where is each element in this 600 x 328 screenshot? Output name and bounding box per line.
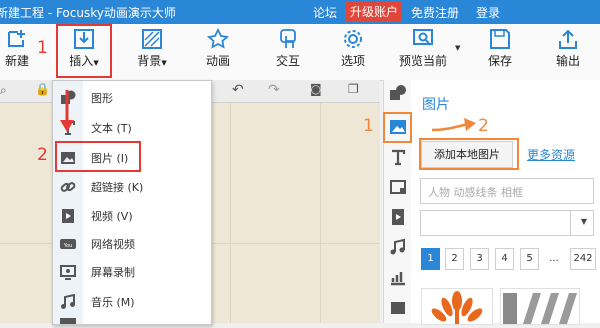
video-tab-icon[interactable] xyxy=(389,208,407,226)
undo-icon[interactable]: ↶ xyxy=(232,82,244,98)
image-thumbnail[interactable] xyxy=(500,288,580,325)
menu-item-more[interactable] xyxy=(60,318,76,324)
image-tab-highlight-box xyxy=(383,112,412,143)
page-button[interactable]: 4 xyxy=(495,248,514,270)
export-icon xyxy=(559,29,577,49)
lock-icon[interactable]: 🔒 xyxy=(35,82,50,96)
star-animation-icon xyxy=(206,28,230,49)
preview-label: 预览当前 xyxy=(398,54,447,68)
panel-title: 图片 xyxy=(422,97,450,113)
step-2-panel-label: 2 xyxy=(478,116,489,136)
add-local-highlight-box xyxy=(419,138,519,170)
upgrade-account-button[interactable]: 升级账户 xyxy=(346,2,402,22)
background-label: 背景 xyxy=(137,54,162,68)
menu-item-label: 超链接 (K) xyxy=(91,181,144,194)
new-file-icon xyxy=(8,30,25,47)
forum-link[interactable]: 论坛 xyxy=(313,4,337,21)
window-title: 新建工程 - Focusky动画演示大师 xyxy=(0,6,176,20)
text-tab-icon[interactable] xyxy=(389,148,407,166)
save-button[interactable]: 保存 xyxy=(482,26,518,78)
layers-icon[interactable]: ❐ xyxy=(348,82,359,96)
image-thumbnail[interactable] xyxy=(421,288,493,325)
hand-pointer-icon xyxy=(280,29,296,48)
menu-item-video[interactable]: 视频 (V) xyxy=(53,202,211,230)
background-icon xyxy=(142,29,162,49)
menu-item-hyperlink[interactable]: 超链接 (K) xyxy=(53,173,211,201)
insert-highlight-box xyxy=(56,24,112,78)
menu-item-label: 图形 xyxy=(91,92,113,105)
menu-item-label: 屏幕录制 xyxy=(91,266,135,279)
page-button[interactable]: 242 xyxy=(570,248,596,270)
insert-menu: 图形 文本 (T) 图片 (I) 超链接 (K) 视频 (V) You 网络视频… xyxy=(52,80,212,325)
menu-item-label: 音乐 (M) xyxy=(91,296,135,309)
orange-right-arrow-icon xyxy=(432,118,476,132)
youtube-icon: You xyxy=(60,239,76,249)
menu-item-music[interactable]: 音乐 (M) xyxy=(53,288,211,316)
preview-button[interactable]: 预览当前 xyxy=(394,26,452,78)
new-label: 新建 xyxy=(4,54,29,68)
image-resource-panel: 图片 添加本地图片 更多资源 人物 动感线条 相框 ▼ xyxy=(411,80,600,323)
video-icon xyxy=(62,209,74,223)
page-button[interactable]: 5 xyxy=(520,248,539,270)
redo-icon[interactable]: ↷ xyxy=(268,82,280,98)
step-2-label: 2 xyxy=(37,145,48,165)
register-link[interactable]: 免费注册 xyxy=(411,4,459,21)
step-1-label: 1 xyxy=(37,38,48,58)
animation-label: 动画 xyxy=(205,54,230,68)
interaction-button[interactable]: 交互 xyxy=(268,26,308,78)
select-dropdown-arrow-icon: ▼ xyxy=(580,217,587,226)
background-button[interactable]: 背景▼ xyxy=(130,26,174,78)
menu-item-screen-record[interactable]: 屏幕录制 xyxy=(53,258,211,286)
page-button[interactable]: 1 xyxy=(421,248,440,270)
screen-record-icon xyxy=(60,265,76,280)
options-label: 选项 xyxy=(340,54,365,68)
music-icon xyxy=(61,294,75,309)
new-button[interactable]: 新建 xyxy=(0,26,34,78)
interaction-label: 交互 xyxy=(275,54,300,68)
menu-item-text[interactable]: 文本 (T) xyxy=(53,114,211,142)
page-button[interactable]: 2 xyxy=(445,248,464,270)
red-down-arrow-icon xyxy=(60,90,74,132)
page-ellipsis: ... xyxy=(549,253,559,264)
link-icon xyxy=(60,182,76,192)
export-label: 输出 xyxy=(555,54,580,68)
gear-icon xyxy=(344,30,362,48)
shapes-tab-icon[interactable] xyxy=(389,84,407,102)
step-1-panel-label: 1 xyxy=(363,116,374,136)
image-menu-highlight-box xyxy=(55,141,141,172)
search-box[interactable]: 人物 动感线条 相框 xyxy=(420,178,594,204)
save-label: 保存 xyxy=(487,54,512,68)
save-icon xyxy=(490,29,510,49)
dropdown-arrow-icon: ▼ xyxy=(161,59,167,67)
more-tab-icon[interactable] xyxy=(389,298,407,316)
export-button[interactable]: 输出 xyxy=(550,26,586,78)
animation-button[interactable]: 动画 xyxy=(198,26,238,78)
more-resources-link[interactable]: 更多资源 xyxy=(527,146,575,163)
menu-item-label: 文本 (T) xyxy=(91,122,132,135)
frame-tab-icon[interactable] xyxy=(389,178,407,196)
page-button[interactable]: 3 xyxy=(470,248,489,270)
menu-item-label: 网络视频 xyxy=(91,238,135,251)
chart-tab-icon[interactable] xyxy=(389,268,407,286)
music-tab-icon[interactable] xyxy=(389,238,407,256)
menu-item-shape[interactable]: 图形 xyxy=(53,84,211,112)
zoom-icon[interactable]: ⌕ xyxy=(0,83,7,98)
category-select[interactable]: ▼ xyxy=(420,210,594,236)
camera-icon[interactable]: ◙ xyxy=(310,82,322,96)
preview-dropdown-arrow-icon[interactable]: ▼ xyxy=(455,44,460,52)
menu-item-label: 视频 (V) xyxy=(91,210,133,223)
login-link[interactable]: 登录 xyxy=(476,4,500,21)
menu-item-web-video[interactable]: You 网络视频 xyxy=(53,230,211,258)
gray-stripes-image xyxy=(503,293,577,324)
orange-lotus-image xyxy=(431,291,483,324)
svg-text:You: You xyxy=(63,243,73,249)
options-button[interactable]: 选项 xyxy=(333,26,373,78)
title-bar: 新建工程 - Focusky动画演示大师 论坛 升级账户 免费注册 登录 xyxy=(0,0,600,24)
search-placeholder: 人物 动感线条 相框 xyxy=(428,186,523,199)
preview-icon xyxy=(413,29,433,46)
